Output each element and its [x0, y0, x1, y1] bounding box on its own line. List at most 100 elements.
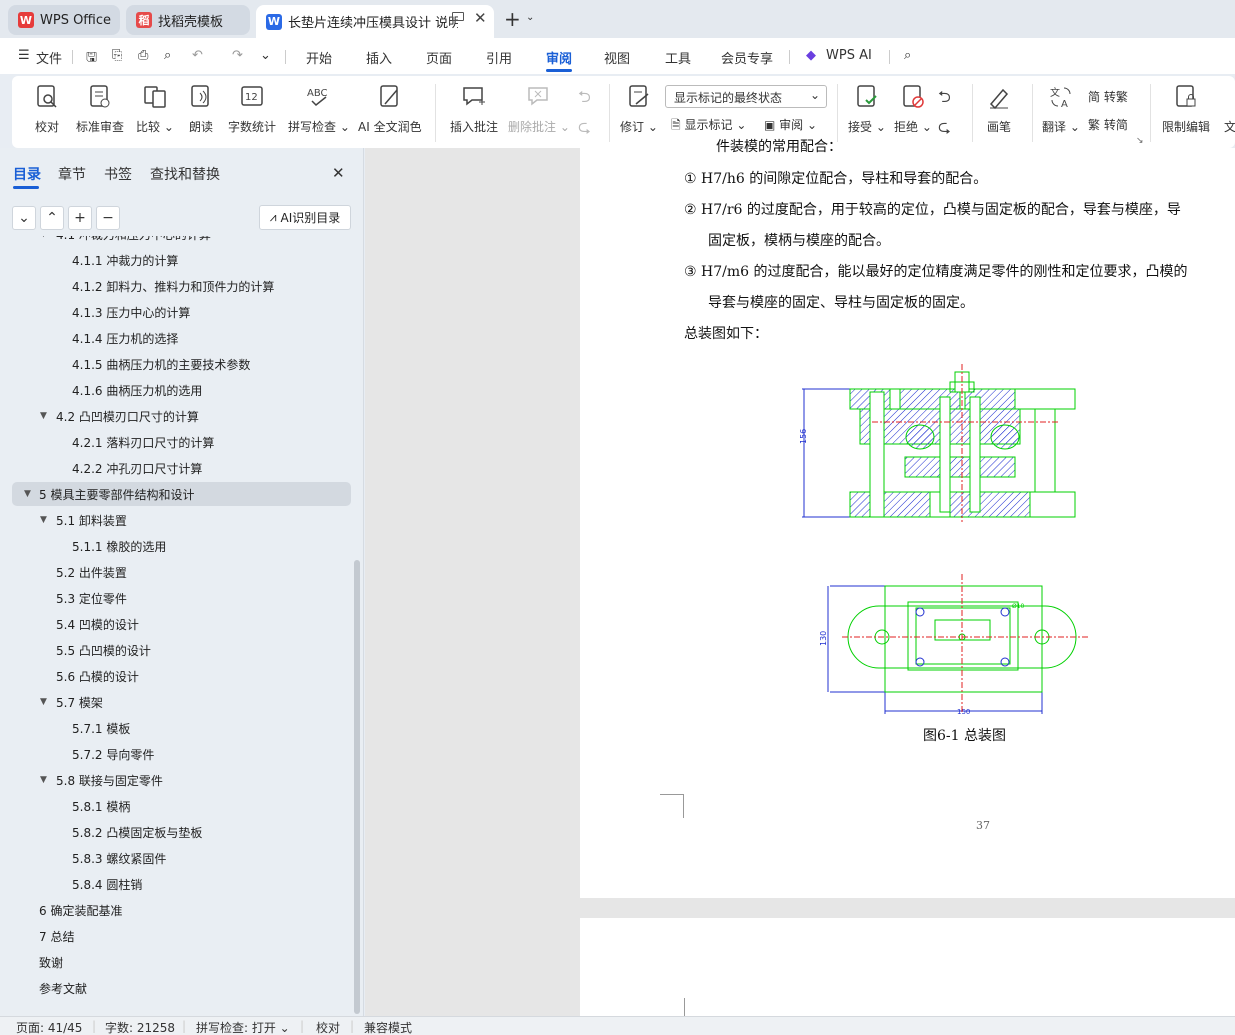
- next-change-icon[interactable]: ⮎: [938, 116, 951, 143]
- read-aloud-button[interactable]: 朗读: [188, 84, 214, 135]
- restrict-edit-button[interactable]: 限制编辑: [1162, 84, 1210, 135]
- chevron-down-icon[interactable]: ⌄: [526, 12, 534, 23]
- menu-file[interactable]: 文件: [36, 48, 62, 67]
- expand-caret-icon[interactable]: ▼: [40, 236, 47, 239]
- toc-item[interactable]: 5.6 凸模的设计: [0, 664, 352, 688]
- more-chevron-icon[interactable]: ⌄: [260, 48, 271, 63]
- revise-button[interactable]: 修订 ⌄: [620, 84, 658, 135]
- toc-item[interactable]: 5.8.2 凸模固定板与垫板: [0, 820, 352, 844]
- word-count-button[interactable]: 12 字数统计: [228, 84, 276, 135]
- toc-item[interactable]: 5.8.3 螺纹紧固件: [0, 846, 352, 870]
- pen-button[interactable]: 画笔: [986, 84, 1012, 135]
- toc-item[interactable]: ▼ 4.2 凸凹模刃口尺寸的计算: [0, 404, 352, 428]
- menu-wps-ai[interactable]: WPS AI: [826, 48, 872, 63]
- undo-icon[interactable]: ↶: [192, 48, 203, 63]
- ai-toc-button[interactable]: ⩘ AI识别目录: [259, 205, 351, 230]
- spell-check-button[interactable]: ABC 拼写检查 ⌄: [288, 84, 350, 135]
- add-heading-button[interactable]: +: [68, 206, 92, 230]
- menu-insert[interactable]: 插入: [366, 48, 392, 67]
- doc-button[interactable]: 文: [1224, 118, 1235, 135]
- toc-item[interactable]: 4.2.1 落料刃口尺寸的计算: [0, 430, 352, 454]
- redo-icon[interactable]: ↷: [232, 48, 243, 63]
- export-icon[interactable]: ⎘: [112, 48, 122, 63]
- toc-item[interactable]: 4.1.4 压力机的选择: [0, 326, 352, 350]
- menu-view[interactable]: 视图: [604, 48, 630, 67]
- toc-item[interactable]: ▼ 4.1 冲裁力和压力中心的计算: [0, 236, 352, 246]
- close-pane-icon[interactable]: ✕: [332, 164, 345, 182]
- compare-button[interactable]: 比较 ⌄: [136, 84, 174, 135]
- to-simplified-button[interactable]: 繁 转简: [1088, 116, 1128, 133]
- toc-item[interactable]: 致谢: [0, 950, 352, 974]
- expand-caret-icon[interactable]: ▼: [40, 515, 47, 525]
- expand-caret-icon[interactable]: ▼: [40, 697, 47, 707]
- reject-button[interactable]: 拒绝 ⌄: [894, 84, 932, 135]
- expand-up-button[interactable]: ⌃: [40, 206, 64, 230]
- expand-caret-icon[interactable]: ▼: [24, 489, 31, 499]
- tab-wps-office[interactable]: W WPS Office: [8, 5, 120, 35]
- new-tab-icon[interactable]: +: [504, 7, 521, 31]
- toc-item[interactable]: 5.1.1 橡胶的选用: [0, 534, 352, 558]
- menu-review[interactable]: 审阅: [546, 48, 572, 67]
- toc-item[interactable]: 5.5 凸凹模的设计: [0, 638, 352, 662]
- prev-change-icon[interactable]: ⮌: [938, 86, 951, 113]
- collapse-all-button[interactable]: ⌄: [12, 206, 36, 230]
- review-pane-button[interactable]: ▣ 审阅 ⌄: [764, 116, 817, 133]
- scrollbar-thumb[interactable]: [354, 560, 360, 1014]
- markup-display-select[interactable]: 显示标记的最终状态 ⌄: [665, 85, 827, 108]
- menu-tools[interactable]: 工具: [665, 48, 691, 67]
- toc-item[interactable]: ▼ 5.8 联接与固定零件: [0, 768, 352, 792]
- toc-item[interactable]: ▼ 5.7 模架: [0, 690, 352, 714]
- toc-item[interactable]: 4.1.6 曲柄压力机的选用: [0, 378, 352, 402]
- toc-item[interactable]: ▼ 5.1 卸料装置: [0, 508, 352, 532]
- next-comment-icon[interactable]: ⮎: [578, 116, 591, 143]
- toc-item[interactable]: 4.2.2 冲孔刃口尺寸计算: [0, 456, 352, 480]
- toc-item[interactable]: 6 确定装配基准: [0, 898, 352, 922]
- close-icon[interactable]: ✕: [474, 9, 487, 27]
- toc-item[interactable]: 7 总结: [0, 924, 352, 948]
- toc-item[interactable]: 5.2 出件装置: [0, 560, 352, 584]
- toc-item[interactable]: 5.8.1 模柄: [0, 794, 352, 818]
- toc-item[interactable]: 5.4 凹模的设计: [0, 612, 352, 636]
- tab-current-document[interactable]: W 长垫片连续冲压模具设计 说明 ✕: [256, 5, 494, 38]
- expand-caret-icon[interactable]: ▼: [40, 411, 47, 421]
- toc-item[interactable]: 参考文献: [0, 976, 352, 1000]
- translate-button[interactable]: 文A 翻译 ⌄: [1042, 84, 1080, 135]
- ai-polish-button[interactable]: AI 全文润色: [358, 84, 422, 135]
- toc-item[interactable]: 4.1.2 卸料力、推料力和顶件力的计算: [0, 274, 352, 298]
- show-marks-button[interactable]: 🗎 显示标记 ⌄: [671, 116, 746, 137]
- proof-button[interactable]: 校对: [34, 84, 60, 135]
- toc-item[interactable]: 5.3 定位零件: [0, 586, 352, 610]
- print-preview-icon[interactable]: ⌕: [164, 48, 171, 63]
- tab-toc[interactable]: 目录: [13, 164, 41, 184]
- menu-page[interactable]: 页面: [426, 48, 452, 67]
- tab-find-replace[interactable]: 查找和替换: [150, 164, 220, 184]
- insert-comment-button[interactable]: 插入批注: [450, 84, 498, 135]
- std-review-button[interactable]: 标准审查: [76, 84, 124, 135]
- toc-item[interactable]: ▼ 5 模具主要零部件结构和设计: [12, 482, 351, 506]
- hamburger-icon[interactable]: ☰: [18, 48, 30, 63]
- spell-check-status[interactable]: 拼写检查: 打开 ⌄: [196, 1019, 290, 1035]
- to-traditional-button[interactable]: 简 转繁: [1088, 88, 1128, 105]
- toc-item[interactable]: 4.1.3 压力中心的计算: [0, 300, 352, 324]
- tab-docer-templates[interactable]: 稻 找稻壳模板: [126, 5, 250, 35]
- toc-item[interactable]: 5.8.4 圆柱销: [0, 872, 352, 896]
- toc-item[interactable]: 5.7.1 模板: [0, 716, 352, 740]
- monitor-icon[interactable]: [452, 12, 464, 21]
- delete-comment-button[interactable]: 删除批注 ⌄: [508, 84, 570, 135]
- proof-status[interactable]: 校对: [316, 1019, 340, 1035]
- toc-item[interactable]: 4.1.5 曲柄压力机的主要技术参数: [0, 352, 352, 376]
- menu-member[interactable]: 会员专享: [721, 48, 773, 67]
- print-icon[interactable]: ⎙: [138, 48, 148, 63]
- tab-chapters[interactable]: 章节: [58, 164, 86, 184]
- search-icon[interactable]: ⌕: [904, 48, 911, 63]
- toc-item[interactable]: 4.1.1 冲裁力的计算: [0, 248, 352, 272]
- prev-comment-icon[interactable]: ⮌: [578, 86, 591, 113]
- accept-button[interactable]: 接受 ⌄: [848, 84, 886, 135]
- page-indicator[interactable]: 页面: 41/45: [16, 1019, 82, 1035]
- menu-home[interactable]: 开始: [306, 48, 332, 67]
- remove-heading-button[interactable]: −: [96, 206, 120, 230]
- compat-mode-status[interactable]: 兼容模式: [364, 1019, 412, 1035]
- expand-dialog-icon[interactable]: ↘: [1136, 136, 1144, 146]
- word-count-indicator[interactable]: 字数: 21258: [105, 1019, 175, 1035]
- expand-caret-icon[interactable]: ▼: [40, 775, 47, 785]
